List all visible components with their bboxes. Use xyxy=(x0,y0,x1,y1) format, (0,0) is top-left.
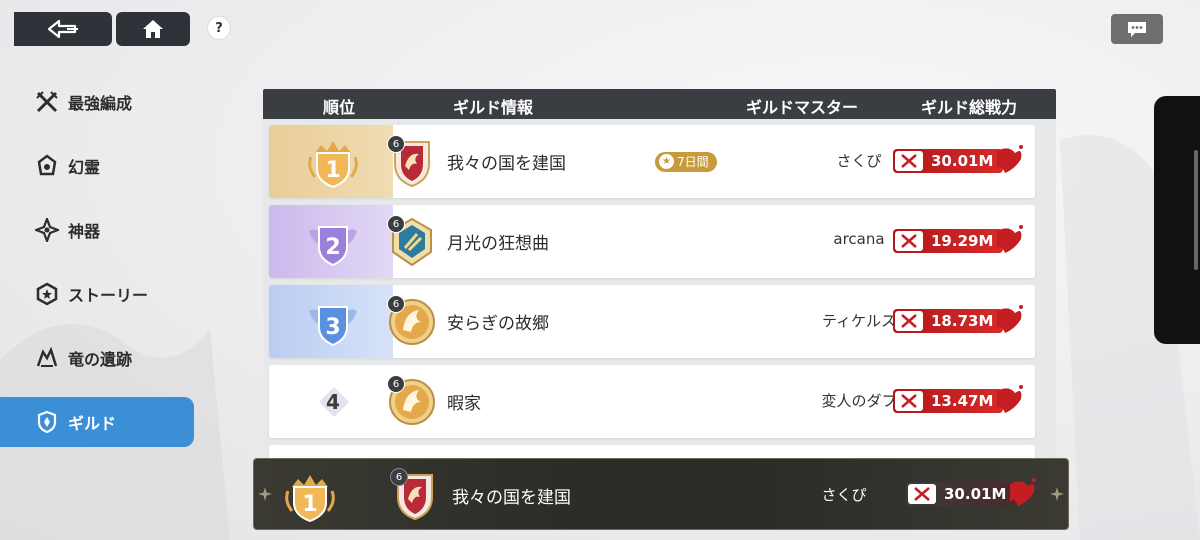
sidebar-item-artifacts[interactable]: 神器 xyxy=(0,198,194,262)
sidebar-item-label: 幻霊 xyxy=(68,158,101,177)
header-guild-master: ギルドマスター xyxy=(746,98,859,117)
right-side-panel[interactable] xyxy=(1154,96,1200,344)
svg-text:1: 1 xyxy=(302,492,317,517)
back-arrow-icon xyxy=(47,19,78,39)
sparkle-icon xyxy=(1050,487,1064,501)
svg-text:2: 2 xyxy=(325,235,340,260)
table-row[interactable]: 1 6 我々の国を建国 ★ 7日間 さくぴ 30.01M xyxy=(269,125,1035,198)
guild-name: 安らぎの故郷 xyxy=(447,314,549,334)
sidebar-item-label: 竜の遺跡 xyxy=(68,350,133,369)
guild-name: 月光の狂想曲 xyxy=(447,234,549,254)
power-swords-icon xyxy=(895,311,923,331)
table-header: 順位 ギルド情報 ギルドマスター ギルド総戦力 xyxy=(263,89,1056,119)
sidebar-item-strongest-team[interactable]: 最強編成 xyxy=(0,70,194,134)
sidebar-item-label: ギルド xyxy=(68,414,117,433)
red-splash-decoration xyxy=(997,305,1023,333)
table-row[interactable]: 4 6 暇家 変人のダフ 13.47M xyxy=(269,365,1035,438)
guild-name: 我々の国を建国 xyxy=(447,154,566,174)
header-guild-info: ギルド情報 xyxy=(453,98,534,117)
power-swords-icon xyxy=(895,391,923,411)
scrollbar[interactable] xyxy=(1194,150,1198,270)
dragon-ruins-icon xyxy=(34,345,60,371)
power-value: 30.01M xyxy=(931,152,994,170)
guild-name: 我々の国を建国 xyxy=(452,488,571,508)
power-value: 13.47M xyxy=(931,392,994,410)
sidebar-item-dragon-ruins[interactable]: 竜の遺跡 xyxy=(0,326,194,390)
total-power: 30.01M xyxy=(904,478,1038,510)
guild-shield-icon xyxy=(34,409,60,435)
svg-text:3: 3 xyxy=(325,315,340,340)
power-swords-icon xyxy=(895,151,923,171)
chat-button[interactable] xyxy=(1111,14,1163,44)
total-power: 19.29M xyxy=(891,225,1025,257)
sidebar-item-spirits[interactable]: 幻霊 xyxy=(0,134,194,198)
power-value: 30.01M xyxy=(944,485,1007,503)
sidebar-item-label: ストーリー xyxy=(68,286,149,305)
home-button[interactable] xyxy=(116,12,190,46)
red-splash-decoration xyxy=(997,225,1023,253)
sidebar: 最強編成 幻霊 神器 ストーリー 竜の遺跡 ギルド xyxy=(0,70,194,447)
power-value: 18.73M xyxy=(931,312,994,330)
table-row[interactable]: 3 6 安らぎの故郷 ティケルス 18.73M xyxy=(269,285,1035,358)
spirit-icon xyxy=(34,153,60,179)
total-power: 30.01M xyxy=(891,145,1025,177)
header-total-power: ギルド総戦力 xyxy=(921,98,1018,117)
rank-1-crown-badge: 1 xyxy=(285,475,335,523)
total-power: 13.47M xyxy=(891,385,1025,417)
red-splash-decoration xyxy=(1010,478,1036,506)
guild-level-badge: 6 xyxy=(387,375,405,393)
guild-level-badge: 6 xyxy=(387,295,405,313)
power-value: 19.29M xyxy=(931,232,994,250)
trophy-icon: ★ xyxy=(659,154,674,169)
guild-level-badge: 6 xyxy=(387,135,405,153)
story-icon xyxy=(34,281,60,307)
red-splash-decoration xyxy=(997,145,1023,173)
table-row[interactable]: 2 6 月光の狂想曲 arcana 19.29M xyxy=(269,205,1035,278)
rank-2-winged-badge: 2 xyxy=(309,226,357,267)
duration-label: 7日間 xyxy=(677,155,709,169)
power-swords-icon xyxy=(908,484,936,504)
guild-level-badge: 6 xyxy=(387,215,405,233)
rank-3-winged-badge: 3 xyxy=(309,306,357,347)
guild-name: 暇家 xyxy=(447,394,481,414)
artifact-icon xyxy=(34,217,60,243)
crossed-swords-icon xyxy=(34,89,60,115)
guild-master: さくぴ xyxy=(821,486,867,504)
chat-bubble-icon xyxy=(1128,22,1146,37)
sparkle-icon xyxy=(258,487,272,501)
header-rank: 順位 xyxy=(323,98,356,117)
sidebar-item-label: 最強編成 xyxy=(68,94,133,113)
back-button[interactable] xyxy=(14,12,112,46)
top-nav xyxy=(0,12,190,46)
home-icon xyxy=(143,20,163,38)
rank-number: 4 xyxy=(326,390,340,414)
svg-text:1: 1 xyxy=(325,158,340,183)
power-swords-icon xyxy=(895,231,923,251)
red-splash-decoration xyxy=(997,385,1023,413)
guild-level-badge: 6 xyxy=(390,468,408,486)
sidebar-item-label: 神器 xyxy=(68,222,101,241)
help-button[interactable]: ? xyxy=(207,16,231,40)
rank-1-crown-badge: 1 xyxy=(308,141,358,189)
sidebar-item-story[interactable]: ストーリー xyxy=(0,262,194,326)
duration-badge: ★ 7日間 xyxy=(655,152,717,172)
my-guild-bar[interactable]: 1 6 我々の国を建国 さくぴ 30.01M xyxy=(253,458,1069,530)
total-power: 18.73M xyxy=(891,305,1025,337)
sidebar-item-guild[interactable]: ギルド xyxy=(0,397,194,447)
